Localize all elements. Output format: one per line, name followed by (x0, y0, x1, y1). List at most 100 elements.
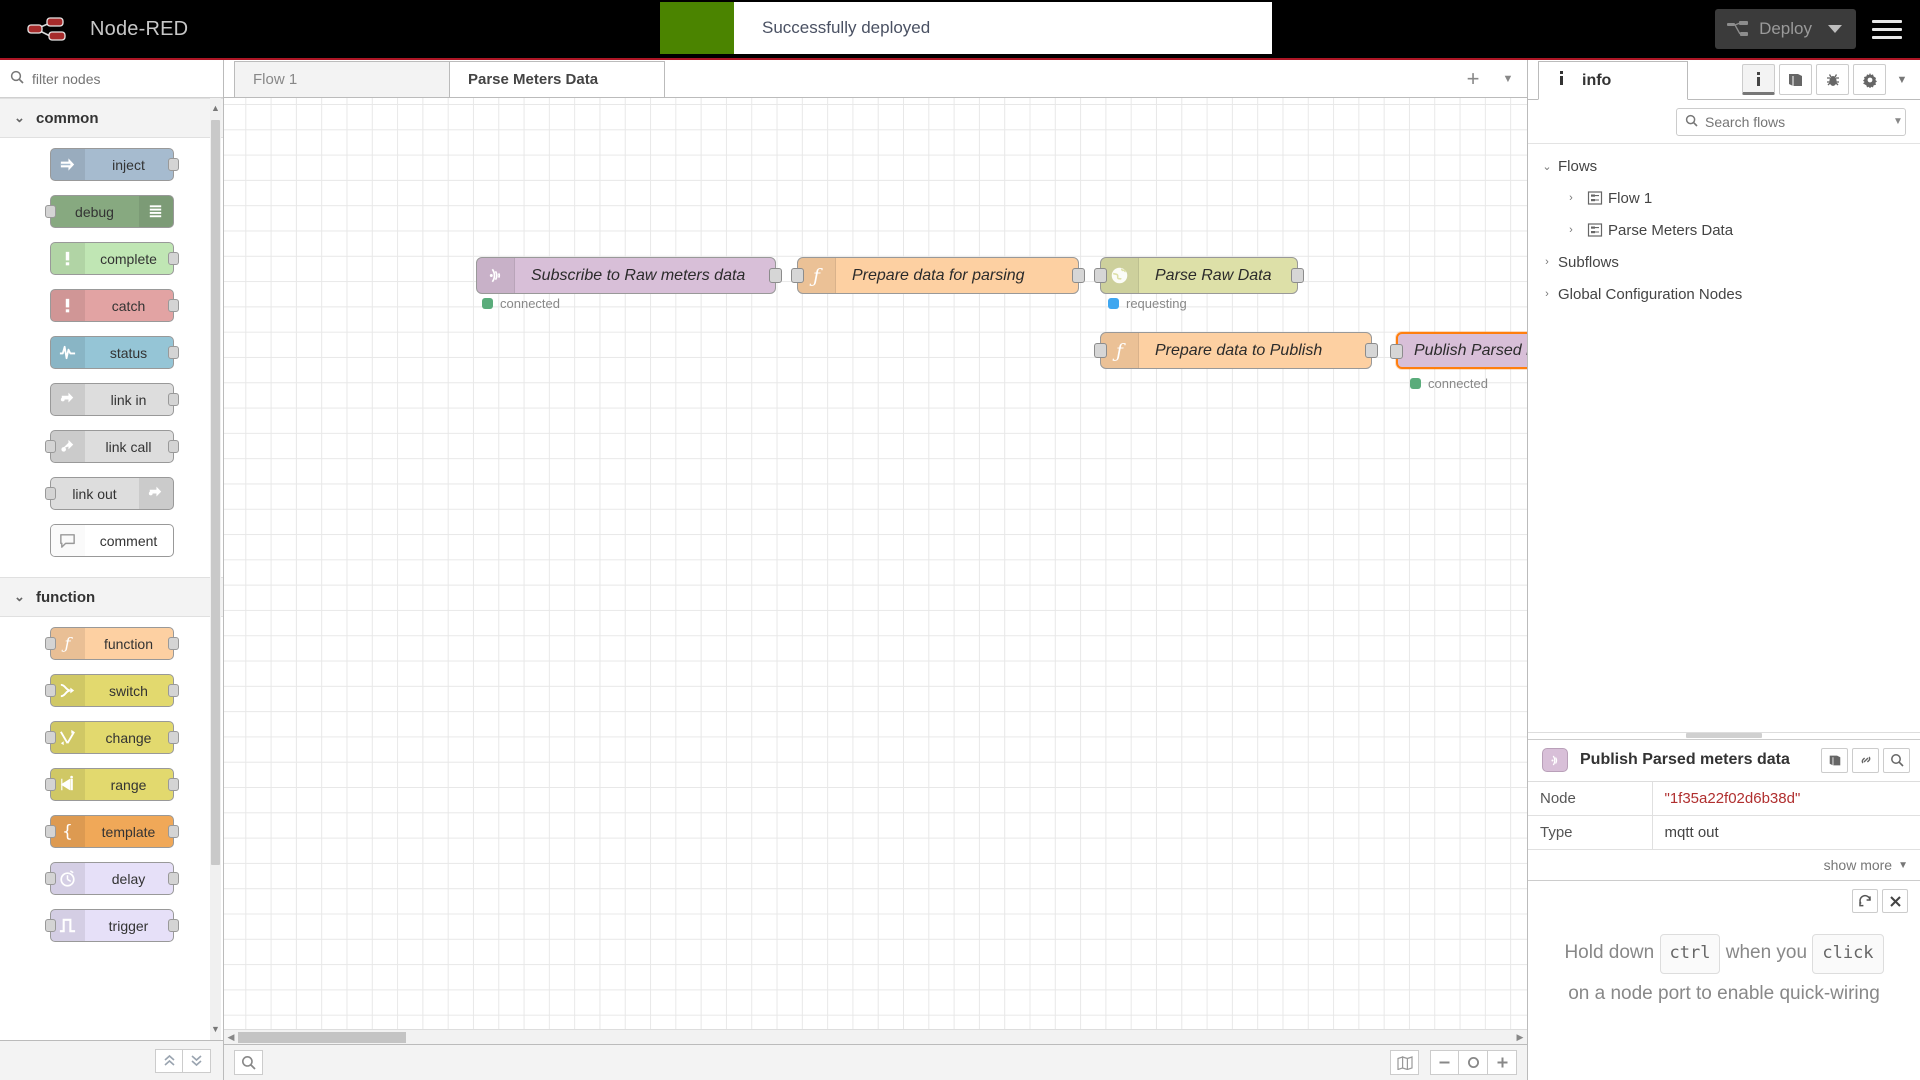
palette-node-change[interactable]: change (44, 721, 179, 754)
plus-icon[interactable] (1488, 1050, 1517, 1075)
search-icon[interactable] (1883, 747, 1910, 773)
port-in[interactable] (44, 637, 56, 650)
palette-node-comment[interactable]: comment (49, 524, 174, 557)
port-out[interactable] (1072, 268, 1085, 283)
deploy-button[interactable]: Deploy (1715, 9, 1856, 49)
port-out[interactable] (167, 919, 179, 932)
palette-node-link-call[interactable]: link call (44, 430, 179, 463)
chevron-down-icon[interactable] (1828, 25, 1842, 33)
port-in[interactable] (44, 778, 56, 791)
palette-node-template[interactable]: { template (44, 815, 179, 848)
palette-node-complete[interactable]: complete (49, 242, 179, 275)
palette-node-debug[interactable]: debug (44, 195, 174, 228)
port-out[interactable] (167, 778, 179, 791)
port-in[interactable] (1094, 343, 1107, 358)
refresh-icon[interactable] (1852, 889, 1878, 913)
link-icon[interactable] (1852, 747, 1879, 773)
port-out[interactable] (167, 252, 179, 265)
bug-icon[interactable] (1816, 64, 1849, 95)
port-out[interactable] (167, 872, 179, 885)
palette-filter[interactable] (0, 60, 223, 98)
port-in[interactable] (1390, 344, 1403, 359)
book-icon[interactable] (1821, 747, 1848, 773)
port-out[interactable] (769, 268, 782, 283)
chevrons-down-icon[interactable] (183, 1048, 211, 1073)
port-out[interactable] (167, 825, 179, 838)
port-in[interactable] (44, 919, 56, 932)
palette-node-switch[interactable]: switch (44, 674, 179, 707)
port-out[interactable] (1365, 343, 1378, 358)
chevron-down-icon[interactable]: ⌄ (1536, 160, 1558, 173)
scroll-up-icon[interactable]: ▲ (211, 104, 220, 113)
minus-icon[interactable] (1430, 1050, 1459, 1075)
port-in[interactable] (44, 487, 56, 500)
scrollbar-thumb[interactable] (238, 1031, 406, 1043)
palette-category-common[interactable]: ⌄ common (0, 98, 223, 138)
port-out[interactable] (167, 731, 179, 744)
port-in[interactable] (1094, 268, 1107, 283)
flow-node-publish-parsed-meters[interactable]: Publish Parsed meters data (1390, 332, 1527, 369)
book-icon[interactable] (1779, 64, 1812, 95)
palette-node-delay[interactable]: delay (44, 862, 179, 895)
canvas-horizontal-scrollbar[interactable]: ◀ ▶ (224, 1029, 1527, 1044)
chevron-right-icon[interactable]: › (1560, 192, 1582, 204)
search-icon[interactable] (234, 1050, 263, 1075)
palette-category-function[interactable]: ⌄ function (0, 577, 223, 617)
close-icon[interactable] (1882, 889, 1908, 913)
tree-item-global-config-nodes[interactable]: › Global Configuration Nodes (1528, 278, 1920, 310)
flow-node-prepare-for-parsing[interactable]: ƒ Prepare data for parsing (791, 257, 1085, 294)
port-out[interactable] (167, 346, 179, 359)
tab-parse-meters-data[interactable]: Parse Meters Data (449, 61, 665, 97)
chevron-right-icon[interactable]: › (1560, 224, 1582, 236)
hamburger-menu-icon[interactable] (1872, 16, 1902, 43)
chevron-down-icon[interactable]: ▼ (1890, 64, 1914, 95)
port-out[interactable] (167, 158, 179, 171)
port-out[interactable] (167, 684, 179, 697)
palette-scrollbar[interactable]: ▲ ▼ (210, 98, 221, 1040)
palette-node-status[interactable]: status (49, 336, 179, 369)
plus-icon[interactable]: + (1453, 61, 1493, 97)
scroll-track[interactable] (238, 1031, 1513, 1044)
port-out[interactable] (167, 299, 179, 312)
palette-node-inject[interactable]: inject (49, 148, 179, 181)
port-in[interactable] (44, 872, 56, 885)
chevrons-up-icon[interactable] (155, 1048, 183, 1073)
search-flows-field[interactable]: ▼ (1676, 107, 1906, 136)
drag-grip[interactable] (1686, 733, 1762, 738)
search-flows-input[interactable] (1705, 113, 1886, 130)
tree-item-flows[interactable]: ⌄ Flows (1528, 150, 1920, 182)
tab-flow-1[interactable]: Flow 1 (234, 61, 450, 97)
show-more-toggle[interactable]: show more ▼ (1528, 850, 1920, 880)
tree-item-flow-1[interactable]: › Flow 1 (1528, 182, 1920, 214)
port-out[interactable] (1291, 268, 1304, 283)
scroll-left-icon[interactable]: ◀ (224, 1032, 238, 1043)
gear-icon[interactable] (1853, 64, 1886, 95)
sidebar-tab-info[interactable]: info (1538, 61, 1688, 100)
port-out[interactable] (167, 440, 179, 453)
chevron-right-icon[interactable]: › (1536, 288, 1558, 300)
palette-node-link-in[interactable]: link in (49, 383, 179, 416)
tree-item-subflows[interactable]: › Subflows (1528, 246, 1920, 278)
flow-node-prepare-to-publish[interactable]: ƒ Prepare data to Publish (1094, 332, 1378, 369)
tree-item-parse-meters-data[interactable]: › Parse Meters Data (1528, 214, 1920, 246)
scroll-right-icon[interactable]: ▶ (1513, 1032, 1527, 1043)
flow-canvas[interactable]: Subscribe to Raw meters data connected ƒ… (224, 98, 1527, 1044)
chevron-down-icon[interactable]: ▼ (1893, 116, 1903, 127)
palette-node-range[interactable]: range (44, 768, 179, 801)
chevron-right-icon[interactable]: › (1536, 256, 1558, 268)
port-in[interactable] (44, 825, 56, 838)
port-in[interactable] (44, 731, 56, 744)
sidebar-panel-divider[interactable] (1528, 731, 1920, 739)
scrollbar-thumb[interactable] (211, 120, 220, 865)
navigator-map-icon[interactable] (1390, 1050, 1419, 1075)
port-out[interactable] (167, 393, 179, 406)
flow-node-subscribe-raw-meters[interactable]: Subscribe to Raw meters data (476, 257, 782, 294)
info-icon[interactable] (1742, 64, 1775, 95)
chevron-down-icon[interactable]: ▼ (1493, 61, 1523, 97)
port-in[interactable] (44, 205, 56, 218)
port-in[interactable] (44, 440, 56, 453)
circle-icon[interactable] (1459, 1050, 1488, 1075)
palette-node-link-out[interactable]: link out (44, 477, 174, 510)
palette-node-trigger[interactable]: trigger (44, 909, 179, 942)
port-out[interactable] (167, 637, 179, 650)
